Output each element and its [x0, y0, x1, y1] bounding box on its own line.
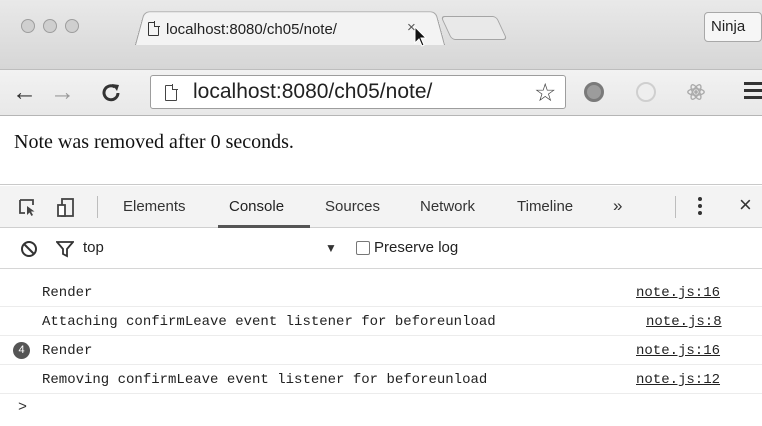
- active-tab-indicator: [218, 225, 310, 228]
- inspect-icon[interactable]: [18, 198, 38, 216]
- tab-network[interactable]: Network: [420, 198, 475, 215]
- profile-button[interactable]: Ninja: [704, 12, 762, 42]
- back-arrow-icon[interactable]: ←: [12, 77, 37, 107]
- devtools-close-icon[interactable]: ×: [739, 192, 752, 218]
- tabs-overflow-button[interactable]: »: [613, 196, 622, 216]
- console-source-link[interactable]: note.js:12: [636, 372, 720, 388]
- reload-icon[interactable]: [100, 82, 122, 104]
- window-zoom-button[interactable]: [65, 19, 79, 33]
- block-icon[interactable]: [20, 240, 38, 258]
- devtools-tabbar: Elements Console Sources Network Timelin…: [0, 186, 762, 228]
- console-row: 4 Render note.js:16: [0, 336, 762, 365]
- device-icon[interactable]: [57, 198, 77, 218]
- console-output: Render note.js:16 Attaching confirmLeave…: [0, 270, 762, 426]
- tab-elements[interactable]: Elements: [123, 198, 186, 215]
- console-source-link[interactable]: note.js:8: [646, 314, 722, 330]
- address-bar[interactable]: localhost:8080/ch05/note/ ☆: [150, 75, 566, 109]
- menu-icon[interactable]: [744, 82, 762, 103]
- tab-title: localhost:8080/ch05/note/: [166, 20, 337, 38]
- extension-icon[interactable]: [686, 82, 706, 102]
- forward-arrow-icon[interactable]: →: [50, 77, 75, 107]
- preserve-log-checkbox[interactable]: [356, 241, 370, 255]
- console-message: Render: [42, 285, 93, 301]
- browser-toolbar: ← → localhost:8080/ch05/note/ ☆: [0, 70, 762, 116]
- extension-icon[interactable]: [584, 82, 604, 102]
- kebab-icon[interactable]: [698, 197, 702, 218]
- star-icon[interactable]: ☆: [534, 78, 556, 108]
- preserve-log-label: Preserve log: [374, 239, 459, 256]
- window-close-button[interactable]: [21, 19, 35, 33]
- console-prompt[interactable]: >: [18, 399, 27, 416]
- new-tab-button[interactable]: [440, 16, 508, 40]
- page-icon: [148, 21, 160, 36]
- divider: [97, 196, 98, 218]
- tab-label-group: localhost:8080/ch05/note/: [148, 16, 337, 42]
- note-message: Note was removed after 0 seconds.: [14, 131, 294, 153]
- cursor-icon: [414, 26, 428, 47]
- dropdown-arrow-icon[interactable]: ▼: [325, 241, 337, 255]
- tab-console[interactable]: Console: [229, 198, 284, 215]
- browser-titlebar: localhost:8080/ch05/note/ × Ninja: [0, 0, 762, 70]
- divider: [675, 196, 676, 218]
- console-source-link[interactable]: note.js:16: [636, 343, 720, 359]
- console-row: Removing confirmLeave event listener for…: [0, 365, 762, 394]
- context-selector[interactable]: top: [83, 239, 104, 256]
- tab-sources[interactable]: Sources: [325, 198, 380, 215]
- filter-icon[interactable]: [56, 240, 74, 258]
- url-text: localhost:8080/ch05/note/: [193, 80, 433, 103]
- console-message: Removing confirmLeave event listener for…: [42, 372, 488, 388]
- tab-timeline[interactable]: Timeline: [517, 198, 573, 215]
- console-message: Render: [42, 343, 93, 359]
- console-message: Attaching confirmLeave event listener fo…: [42, 314, 496, 330]
- repeat-count-badge: 4: [13, 342, 30, 359]
- page-viewport: Note was removed after 0 seconds.: [0, 117, 762, 185]
- extension-icon[interactable]: [636, 82, 656, 102]
- window-minimize-button[interactable]: [43, 19, 57, 33]
- console-row: Render note.js:16: [0, 278, 762, 307]
- console-source-link[interactable]: note.js:16: [636, 285, 720, 301]
- console-filterbar: top ▼ Preserve log: [0, 229, 762, 269]
- console-row: Attaching confirmLeave event listener fo…: [0, 307, 762, 336]
- page-icon: [165, 84, 178, 101]
